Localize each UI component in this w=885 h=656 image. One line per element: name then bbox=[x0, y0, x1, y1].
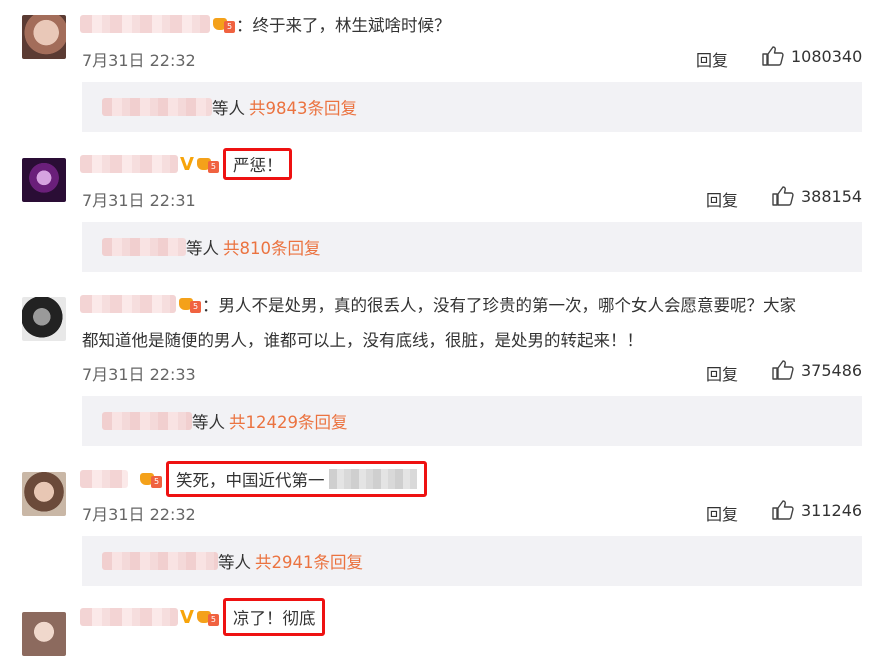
avatar[interactable] bbox=[22, 612, 66, 656]
username[interactable] bbox=[80, 15, 210, 33]
like-count: 1080340 bbox=[791, 46, 863, 66]
reply-suffix: 等人 bbox=[212, 99, 245, 118]
reply-count-link[interactable]: 共2941条回复 bbox=[255, 549, 363, 573]
reply-summary[interactable]: 等人 共12429条回复 bbox=[82, 396, 862, 446]
level-badge-icon: 5 bbox=[196, 155, 219, 173]
timestamp: 7月31日 22:32 bbox=[82, 505, 196, 524]
like-button[interactable]: 375486 bbox=[772, 360, 862, 380]
username[interactable] bbox=[80, 155, 178, 173]
level-badge-icon: 5 bbox=[213, 15, 235, 33]
highlight-box: 严惩！ bbox=[222, 148, 293, 180]
reply-suffix: 等人 bbox=[186, 239, 219, 258]
thumbs-up-icon bbox=[772, 186, 794, 206]
timestamp: 7月31日 22:33 bbox=[82, 365, 196, 384]
like-button[interactable]: 388154 bbox=[772, 186, 862, 206]
comment-text: 严惩！ bbox=[232, 156, 283, 175]
like-count: 388154 bbox=[801, 186, 863, 206]
reply-users bbox=[102, 98, 212, 116]
level-badge-icon: 5 bbox=[196, 608, 219, 626]
comment-text: 笑死，中国近代第一 bbox=[176, 471, 325, 490]
reply-summary[interactable]: 等人 共2941条回复 bbox=[82, 536, 862, 586]
level-badge-icon: 5 bbox=[140, 470, 162, 488]
like-count: 375486 bbox=[801, 360, 863, 380]
avatar[interactable] bbox=[22, 297, 66, 341]
reply-users bbox=[102, 412, 192, 430]
comment-text-line2: 都知道他是随便的男人，谁都可以上，没有底线，很脏，是处男的转起来！！ bbox=[82, 331, 643, 350]
username[interactable] bbox=[80, 470, 128, 488]
reply-button[interactable]: 回复 bbox=[696, 47, 728, 71]
reply-users bbox=[102, 552, 218, 570]
timestamp: 7月31日 22:31 bbox=[82, 191, 196, 210]
thumbs-up-icon bbox=[772, 360, 794, 380]
level-badge-icon: 5 bbox=[179, 295, 201, 313]
highlight-box: 凉了！彻底 bbox=[222, 598, 326, 636]
thumbs-up-icon bbox=[762, 46, 784, 66]
reply-count-link[interactable]: 共12429条回复 bbox=[229, 409, 348, 433]
reply-button[interactable]: 回复 bbox=[706, 501, 738, 525]
like-button[interactable]: 1080340 bbox=[762, 46, 862, 66]
username[interactable] bbox=[80, 295, 176, 313]
vip-icon: V bbox=[180, 606, 194, 628]
thumbs-up-icon bbox=[772, 500, 794, 520]
reply-summary[interactable]: 等人 共9843条回复 bbox=[82, 82, 862, 132]
highlight-box: 笑死，中国近代第一 bbox=[166, 461, 427, 497]
vip-icon: V bbox=[180, 153, 194, 175]
avatar[interactable] bbox=[22, 158, 66, 202]
comment-text: 凉了！彻底 bbox=[232, 609, 316, 628]
reply-count-link[interactable]: 共9843条回复 bbox=[249, 95, 357, 119]
reply-suffix: 等人 bbox=[192, 413, 225, 432]
like-count: 311246 bbox=[801, 500, 863, 520]
comment-text: ：终于来了，林生斌啥时候？ bbox=[236, 16, 451, 35]
avatar[interactable] bbox=[22, 15, 66, 59]
username[interactable] bbox=[80, 608, 178, 626]
timestamp: 7月31日 22:32 bbox=[82, 51, 196, 70]
avatar[interactable] bbox=[22, 472, 66, 516]
reply-button[interactable]: 回复 bbox=[706, 187, 738, 211]
reply-users bbox=[102, 238, 186, 256]
blurred-text bbox=[328, 469, 417, 489]
comment-text: ：男人不是处男，真的很丢人，没有了珍贵的第一次，哪个女人会愿意要呢？大家 bbox=[202, 296, 796, 315]
like-button[interactable]: 311246 bbox=[772, 500, 862, 520]
reply-button[interactable]: 回复 bbox=[706, 361, 738, 385]
reply-suffix: 等人 bbox=[218, 553, 251, 572]
reply-count-link[interactable]: 共810条回复 bbox=[223, 235, 321, 259]
reply-summary[interactable]: 等人 共810条回复 bbox=[82, 222, 862, 272]
